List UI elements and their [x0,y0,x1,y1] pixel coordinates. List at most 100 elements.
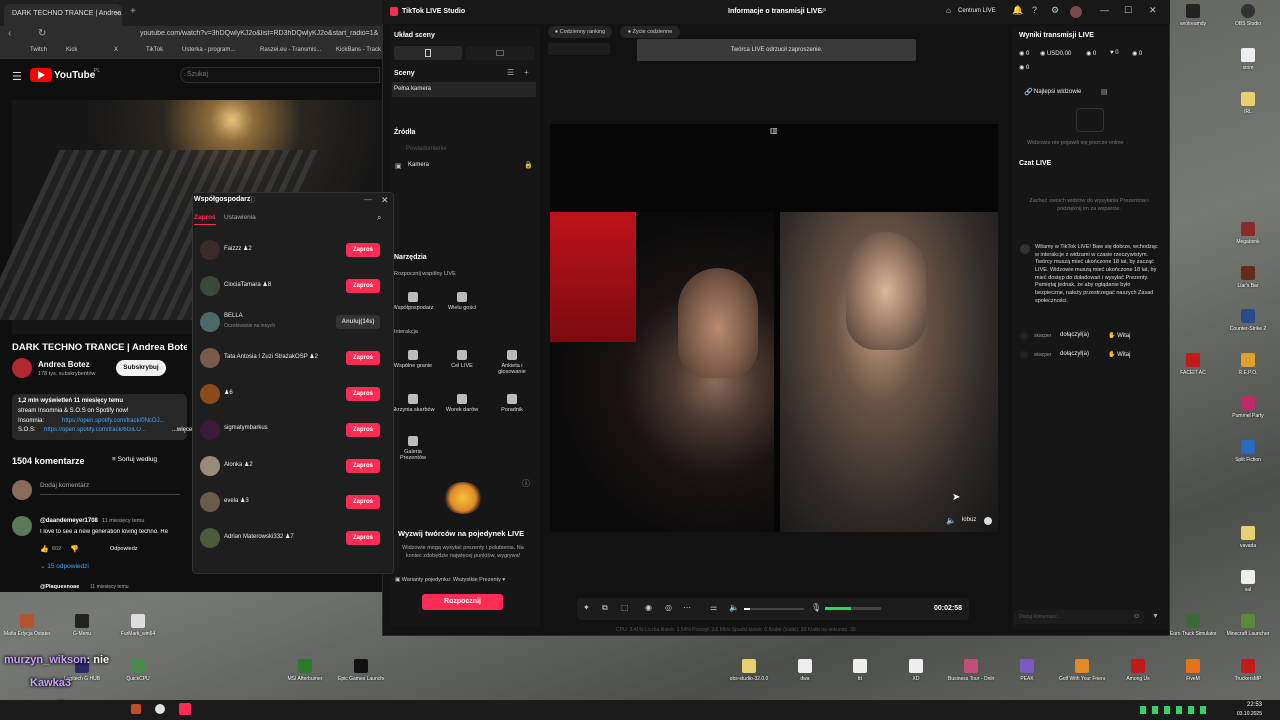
share-icon[interactable]: ⇗ [820,6,827,15]
source-notification[interactable]: Powiadomienie [406,146,447,152]
new-tab-icon[interactable]: + [130,6,136,17]
mixer-icon[interactable]: ⚌ [710,603,717,612]
desktop-icon-truckersmp[interactable] [1241,659,1255,673]
desktop-icon-repo[interactable] [1241,353,1255,367]
profile-avatar[interactable] [1070,6,1082,18]
battle-variant-select[interactable]: ▣ Warianty pojedynku: Wszystkie Prezenty… [395,577,505,583]
desktop-icon-obs-folder[interactable] [742,659,756,673]
commenter-avatar[interactable] [12,516,32,536]
next-comment-author[interactable]: @Plaquesnoae [40,584,79,590]
desktop-icon-obs[interactable] [1241,4,1255,18]
help-icon[interactable]: ? [1032,5,1037,15]
popup-search-icon[interactable]: ⌕ [377,213,381,223]
join-user-2[interactable]: skacper [1034,352,1052,358]
desktop-icon-val[interactable] [1241,570,1255,584]
system-tray-icons[interactable] [1140,706,1210,714]
invite-button[interactable]: Zaproś [346,387,380,401]
desktop-icon-minecraft[interactable] [1241,614,1255,628]
tool-multi-guest[interactable]: Wielu gości [440,292,484,328]
tool-live-goal[interactable]: Cel LIVE [440,350,484,386]
invite-button[interactable]: Zaproś [346,279,380,293]
back-icon[interactable]: ‹ [8,28,11,39]
layout-landscape-button[interactable] [466,46,534,60]
taskbar-clock[interactable]: 22:53 [1228,702,1262,708]
desktop-icon-megabonk[interactable] [1241,222,1255,236]
bookmark-kickbans[interactable]: KickBans - Track [336,47,381,53]
taskbar-app-icon[interactable] [131,704,141,714]
tool-play-together[interactable]: Wspólne granie [391,350,435,386]
desktop-icon-dwa[interactable] [798,659,812,673]
desktop-icon-afterburner[interactable] [298,659,312,673]
close-window-icon[interactable]: ✕ [1149,5,1157,16]
popup-minimize-icon[interactable]: — [364,195,372,204]
chat-filter-icon[interactable]: ▼ [1152,613,1159,620]
bookmark-raszei[interactable]: Raszei.eu - Transmis... [260,47,321,53]
desktop-icon-xd[interactable] [909,659,923,673]
subscribe-button[interactable]: Subskrybuj [116,360,166,376]
notification-icon[interactable]: 🔔 [1012,5,1023,16]
mic-level-meter[interactable] [825,607,881,610]
start-battle-button[interactable]: Rozpocznij [422,594,503,610]
desktop-icon-cs2[interactable] [1241,309,1255,323]
desktop-icon-pummel-party[interactable] [1241,396,1255,410]
live-center-link[interactable]: Centrum LIVE [958,8,996,14]
dislike-icon[interactable]: 👎 [70,545,79,553]
record-screen-icon[interactable]: ⬚ [621,603,629,612]
bookmark-x[interactable]: X [114,47,118,53]
bookmark-tiktok[interactable]: TikTok [146,47,163,53]
invite-button[interactable]: Zaproś [346,243,380,257]
desktop-icon-golf[interactable] [1075,659,1089,673]
add-scene-icon[interactable]: + [524,68,529,77]
browser-tab[interactable]: DARK TECHNO TRANCE | Andrea [4,4,122,26]
add-comment-input[interactable]: Dodaj komentarz [40,482,89,489]
desktop-icon-ttt[interactable] [853,659,867,673]
guest-avatar-icon[interactable] [984,517,992,525]
comment-author[interactable]: @daandemeyer1708 [40,518,98,524]
desktop-icon-furmark[interactable] [131,614,145,628]
channel-name[interactable]: Andrea Botez [38,360,90,369]
taskbar-chrome-icon[interactable] [155,704,165,714]
layout-icon[interactable]: ⧉ [602,603,608,613]
lock-icon[interactable]: 🔒 [524,161,533,169]
desktop-icon-wrotreamdy[interactable] [1186,4,1200,18]
speaker-volume-slider[interactable] [744,608,804,610]
desktop-icon-split-fiction[interactable] [1241,440,1255,454]
tool-poll[interactable]: Ankieta i głosowanie [490,350,534,386]
desktop-icon-fivem[interactable] [1186,659,1200,673]
mini-status-card[interactable] [548,43,610,55]
battle-info-icon[interactable]: ⓘ [522,478,530,489]
desc-more-link[interactable]: ...więcej [172,427,194,433]
tab-settings[interactable]: Ustawienia [224,214,256,221]
invite-button[interactable]: Zaproś [346,531,380,545]
channel-avatar[interactable] [12,358,32,378]
camera-toggle-icon[interactable]: ◎ [665,603,672,612]
desktop-icon-irl[interactable] [1241,92,1255,106]
like-icon[interactable]: 👍 [40,545,49,553]
effects-icon[interactable]: ✦ [583,603,590,612]
cohost-info-icon[interactable]: ⓘ [248,195,255,205]
tool-gift-gallery[interactable]: Galeria Prezentów [391,436,435,472]
join-user-1[interactable]: skacper [1034,333,1052,339]
scene-list-icon[interactable]: ☰ [507,68,514,77]
invite-button[interactable]: Zaproś [346,351,380,365]
desktop-icon-epic[interactable] [354,659,368,673]
desktop-icon-strim[interactable] [1241,48,1255,62]
sort-comments[interactable]: ≡ Sortuj według [112,456,157,463]
more-icon[interactable]: ⋯ [683,603,691,612]
menu-icon[interactable]: ☰ [12,70,22,83]
invite-button[interactable]: Zaproś [346,459,380,473]
desc-link-insomnia[interactable]: https://open.spotify.com/track/0NcOJ... [62,418,165,424]
popup-close-icon[interactable]: ✕ [381,195,389,206]
desktop-icon-gmenu[interactable] [75,614,89,628]
record-icon[interactable]: ◉ [645,603,652,612]
reload-icon[interactable]: ↻ [38,28,46,39]
microphone-icon[interactable]: 🎙 [811,603,821,612]
desktop-icon-liars-bar[interactable] [1241,266,1255,280]
bookmark-twitch[interactable]: Twitch [30,47,47,53]
bookmark-kick[interactable]: Kick [66,47,77,53]
tool-treasure-chest[interactable]: Skrzynia skarbów [391,394,435,430]
tool-gift-bag[interactable]: Worek darów [440,394,484,430]
guest-mute-icon[interactable]: 🔈 [946,516,956,525]
desktop-icon-business-tour[interactable] [964,659,978,673]
settings-icon[interactable]: ⚙ [1051,5,1059,16]
